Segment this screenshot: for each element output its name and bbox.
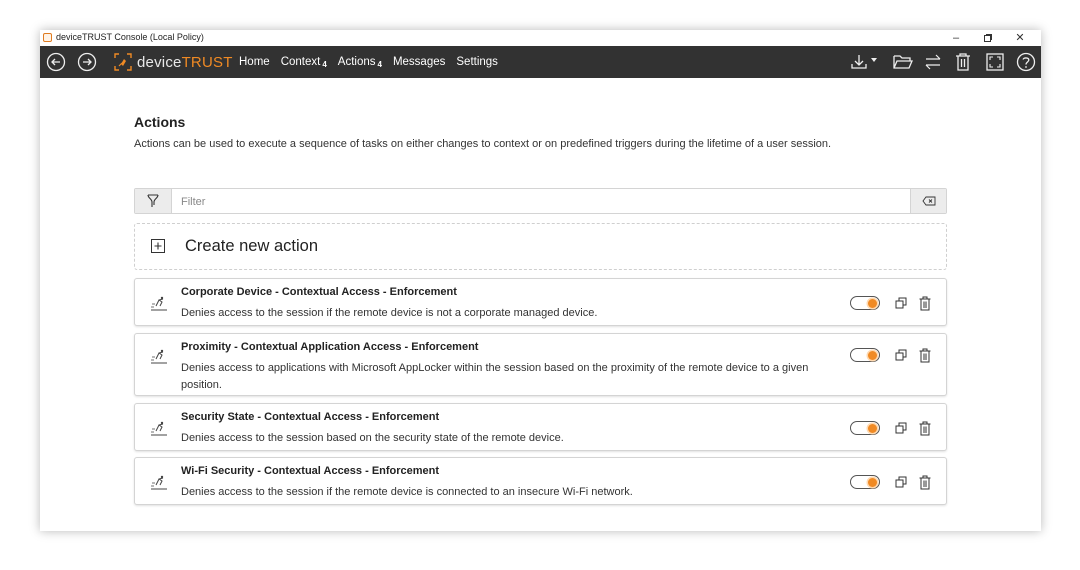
action-controls [850, 474, 938, 490]
filter-bar [134, 188, 947, 214]
clear-filter-button[interactable] [910, 189, 946, 213]
back-button[interactable] [44, 50, 68, 74]
page-description: Actions can be used to execute a sequenc… [134, 138, 832, 150]
action-description: Denies access to applications with Micro… [181, 362, 809, 391]
help-icon [1016, 52, 1036, 72]
action-controls [850, 295, 938, 311]
action-card[interactable]: Wi-Fi Security - Contextual Access - Enf… [134, 457, 947, 505]
action-enabled-toggle[interactable] [850, 348, 880, 362]
nav-actions[interactable]: Actions 4 [338, 56, 382, 69]
trash-icon [919, 475, 931, 489]
main-toolbar: deviceTRUST Home Context 4 Actions 4 Messa… [40, 46, 1041, 78]
logo-brand: TRUST [181, 53, 233, 71]
nav-context-count: 4 [322, 59, 327, 69]
create-new-action-button[interactable]: Create new action [134, 223, 947, 270]
folder-open-icon [893, 55, 913, 69]
duplicate-action-button[interactable] [894, 347, 908, 363]
forward-button[interactable] [75, 50, 99, 74]
action-run-icon [151, 421, 167, 436]
maximize-icon [984, 34, 992, 42]
duplicate-icon [895, 422, 907, 434]
trash-icon [919, 348, 931, 362]
back-icon [46, 52, 66, 72]
maximize-button[interactable] [973, 30, 1003, 46]
logo-text: deviceTRUST [137, 54, 233, 71]
action-title: Wi-Fi Security - Contextual Access - Enf… [181, 465, 440, 477]
delete-action-button[interactable] [918, 420, 932, 436]
action-run-icon [151, 475, 167, 490]
action-controls [850, 420, 938, 436]
nav-settings[interactable]: Settings [456, 56, 498, 68]
filter-icon [147, 194, 159, 207]
action-card[interactable]: Proximity - Contextual Application Acces… [134, 333, 947, 396]
trash-icon [919, 296, 931, 310]
open-folder-button[interactable] [891, 50, 915, 74]
action-title: Security State - Contextual Access - Enf… [181, 411, 440, 423]
action-card[interactable]: Corporate Device - Contextual Access - E… [134, 278, 947, 326]
delete-all-button[interactable] [951, 50, 975, 74]
action-controls [850, 347, 938, 363]
action-title: Proximity - Contextual Application Acces… [181, 341, 479, 353]
action-description: Denies access to the session if the remo… [181, 486, 633, 498]
duplicate-action-button[interactable] [894, 420, 908, 436]
filter-input[interactable] [179, 192, 883, 212]
action-description: Denies access to the session based on th… [181, 432, 564, 444]
nav-messages-label: Messages [392, 56, 446, 68]
toggle-knob [868, 350, 877, 360]
action-enabled-toggle[interactable] [850, 475, 880, 489]
duplicate-icon [895, 297, 907, 309]
toggle-knob [868, 298, 877, 308]
action-card[interactable]: Security State - Contextual Access - Enf… [134, 403, 947, 451]
title-bar: deviceTRUST Console (Local Policy) – ✕ [40, 30, 1041, 46]
trash-icon [956, 53, 970, 71]
fullscreen-icon [986, 53, 1004, 71]
nav-context-label: Context [280, 55, 321, 68]
toggle-knob [868, 477, 877, 487]
actions-page: Actions Actions can be used to execute a… [134, 114, 947, 505]
minimize-button[interactable]: – [941, 30, 971, 46]
download-button[interactable] [848, 50, 882, 74]
nav-context[interactable]: Context 4 [281, 56, 327, 69]
nav-home[interactable]: Home [239, 56, 270, 68]
sync-icon [925, 54, 941, 70]
action-run-icon [151, 296, 167, 311]
action-enabled-toggle[interactable] [850, 421, 880, 435]
nav-home-label: Home [239, 56, 270, 68]
page-title: Actions [134, 114, 186, 130]
clear-icon [921, 196, 935, 206]
nav-actions-label: Actions [337, 55, 376, 68]
app-window: deviceTRUST Console (Local Policy) – ✕ d… [40, 30, 1041, 531]
duplicate-action-button[interactable] [894, 295, 908, 311]
nav-messages[interactable]: Messages [393, 56, 445, 68]
forward-icon [77, 52, 97, 72]
action-description: Denies access to the session if the remo… [181, 307, 598, 319]
fullscreen-button[interactable] [983, 50, 1007, 74]
sync-button[interactable] [921, 50, 945, 74]
logo-mark-icon [114, 53, 132, 71]
window-title: deviceTRUST Console (Local Policy) [56, 32, 204, 42]
plus-icon [151, 239, 165, 253]
delete-action-button[interactable] [918, 347, 932, 363]
trash-icon [919, 421, 931, 435]
delete-action-button[interactable] [918, 295, 932, 311]
create-new-action-label: Create new action [185, 237, 318, 255]
toggle-knob [868, 423, 877, 433]
duplicate-icon [895, 476, 907, 488]
devicetrust-logo: deviceTRUST [113, 51, 233, 73]
close-button[interactable]: ✕ [1005, 30, 1035, 46]
download-icon [851, 55, 877, 69]
nav-settings-label: Settings [456, 56, 498, 68]
duplicate-icon [895, 349, 907, 361]
main-nav: Home Context 4 Actions 4 Messages Settings [239, 46, 509, 78]
action-run-icon [151, 349, 167, 364]
delete-action-button[interactable] [918, 474, 932, 490]
action-title: Corporate Device - Contextual Access - E… [181, 286, 457, 298]
action-enabled-toggle[interactable] [850, 296, 880, 310]
app-icon [43, 33, 52, 42]
nav-actions-count: 4 [377, 59, 382, 69]
filter-button[interactable] [135, 189, 172, 213]
logo-prefix: device [137, 53, 182, 71]
duplicate-action-button[interactable] [894, 474, 908, 490]
help-button[interactable] [1014, 50, 1038, 74]
